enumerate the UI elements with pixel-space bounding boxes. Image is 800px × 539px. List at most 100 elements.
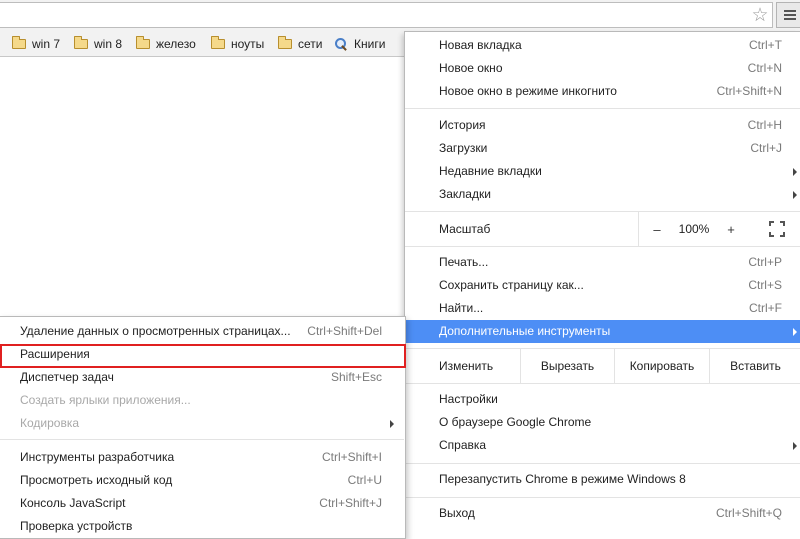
menu-item-label: Выход [439,506,475,520]
bookmark-label: ноуты [231,37,265,51]
menu-item-label: История [439,118,486,132]
bookmark-folder[interactable]: win 8 [74,36,122,52]
cut-button[interactable]: Вырезать [520,349,614,383]
zoom-row: Масштаб – 100% + [405,212,800,246]
menu-item-label: Диспетчер задач [20,370,114,384]
bookmark-folder[interactable]: ноуты [211,36,264,52]
folder-icon [74,36,88,49]
copy-button[interactable]: Копировать [614,349,709,383]
menu-item-label: Справка [439,438,487,452]
chrome-menu-button[interactable] [776,2,800,28]
submenu-arrow-icon [390,420,394,428]
submenu-item-view-source[interactable]: Просмотреть исходный код Ctrl+U [0,469,404,492]
zoom-label: Масштаб [439,222,491,236]
folder-icon [278,36,292,49]
bookmark-label: железо [156,37,196,51]
menu-item-label: Кодировка [20,416,80,430]
menu-item-label: Недавние вкладки [439,164,542,178]
shortcut-label: Shift+Esc [330,370,382,384]
shortcut-label: Ctrl+Shift+Del [307,324,382,338]
menu-item-label: Закладки [439,187,491,201]
bookmark-label: win 7 [32,37,61,51]
menu-item-print[interactable]: Печать... Ctrl+P [405,251,800,274]
shortcut-label: Ctrl+S [748,278,782,292]
menu-item-recent-tabs[interactable]: Недавние вкладки [405,160,800,183]
bookmark-label: win 8 [94,37,123,51]
submenu-item-create-shortcuts: Создать ярлыки приложения... [0,389,404,412]
menu-item-downloads[interactable]: Загрузки Ctrl+J [405,137,800,160]
shortcut-label: Ctrl+Shift+I [321,450,382,464]
paste-button[interactable]: Вставить [709,349,800,383]
submenu-item-inspect-devices[interactable]: Проверка устройств [0,515,404,538]
shortcut-label: Ctrl+J [750,141,782,155]
submenu-arrow-icon [793,442,797,450]
menu-item-label: Проверка устройств [20,519,133,533]
folder-icon [211,36,225,49]
fullscreen-icon[interactable] [769,221,785,237]
shortcut-label: Ctrl+H [747,118,782,132]
submenu-item-task-manager[interactable]: Диспетчер задач Shift+Esc [0,366,404,389]
menu-item-relaunch-win8[interactable]: Перезапустить Chrome в режиме Windows 8 [405,468,800,491]
more-tools-submenu: Удаление данных о просмотренных страница… [0,316,406,539]
menu-item-label: Удаление данных о просмотренных страница… [20,324,291,338]
bookmark-label: Книги [354,37,386,51]
menu-item-new-window[interactable]: Новое окно Ctrl+N [405,57,800,80]
annotation-highlight-box [0,344,406,368]
bookmark-folder[interactable]: сети [278,36,322,52]
menu-item-label: Просмотреть исходный код [20,473,173,487]
menu-item-more-tools[interactable]: Дополнительные инструменты [405,320,800,343]
submenu-item-dev-tools[interactable]: Инструменты разработчика Ctrl+Shift+I [0,446,404,469]
submenu-item-encoding: Кодировка [0,412,404,435]
zoom-out-button[interactable]: – [647,222,667,237]
menu-item-history[interactable]: История Ctrl+H [405,114,800,137]
submenu-arrow-icon [793,191,797,199]
menu-item-about[interactable]: О браузере Google Chrome [405,411,800,434]
menu-separator [405,108,800,109]
address-bar[interactable] [0,2,773,28]
menu-separator [405,383,800,384]
bookmark-link[interactable]: Книги [334,36,385,52]
menu-item-label: Настройки [439,392,498,406]
bookmark-folder[interactable]: железо [136,36,196,52]
menu-item-exit[interactable]: Выход Ctrl+Shift+Q [405,502,800,525]
shortcut-label: Ctrl+N [747,61,782,75]
menu-item-label: Новое окно в режиме инкогнито [439,84,617,98]
edit-label: Изменить [439,359,494,373]
submenu-arrow-icon [793,168,797,176]
shortcut-label: Ctrl+Shift+Q [715,506,782,520]
chrome-menu: Новая вкладка Ctrl+T Новое окно Ctrl+N Н… [404,31,800,539]
shortcut-label: Ctrl+P [748,255,782,269]
menu-separator [405,246,800,247]
menu-item-incognito[interactable]: Новое окно в режиме инкогнито Ctrl+Shift… [405,80,800,103]
menu-item-label: Дополнительные инструменты [439,324,611,338]
menu-item-save-page[interactable]: Сохранить страницу как... Ctrl+S [405,274,800,297]
menu-item-label: Печать... [439,255,489,269]
menu-item-settings[interactable]: Настройки [405,388,800,411]
menu-item-help[interactable]: Справка [405,434,800,457]
menu-item-label: Инструменты разработчика [20,450,175,464]
menu-item-label: Перезапустить Chrome в режиме Windows 8 [439,472,686,486]
menu-item-new-tab[interactable]: Новая вкладка Ctrl+T [405,34,800,57]
menu-item-label: Консоль JavaScript [20,496,126,510]
menu-item-label: О браузере Google Chrome [439,415,592,429]
zoom-controls: – 100% + [638,212,798,246]
shortcut-label: Ctrl+T [749,38,782,52]
submenu-item-clear-data[interactable]: Удаление данных о просмотренных страница… [0,320,404,343]
folder-icon [12,36,26,49]
search-icon [334,37,348,51]
submenu-arrow-icon [793,328,797,336]
shortcut-label: Ctrl+Shift+N [716,84,782,98]
shortcut-label: Ctrl+F [749,301,782,315]
zoom-in-button[interactable]: + [721,222,741,237]
menu-item-find[interactable]: Найти... Ctrl+F [405,297,800,320]
menu-separator [0,439,404,440]
menu-item-bookmarks[interactable]: Закладки [405,183,800,206]
bookmark-star-icon[interactable]: ☆ [749,4,771,26]
bookmark-folder[interactable]: win 7 [12,36,60,52]
shortcut-label: Ctrl+Shift+J [319,496,382,510]
menu-separator [405,497,800,498]
submenu-item-js-console[interactable]: Консоль JavaScript Ctrl+Shift+J [0,492,404,515]
menu-item-label: Загрузки [439,141,488,155]
edit-row: Изменить Вырезать Копировать Вставить [405,349,800,383]
shortcut-label: Ctrl+U [347,473,382,487]
